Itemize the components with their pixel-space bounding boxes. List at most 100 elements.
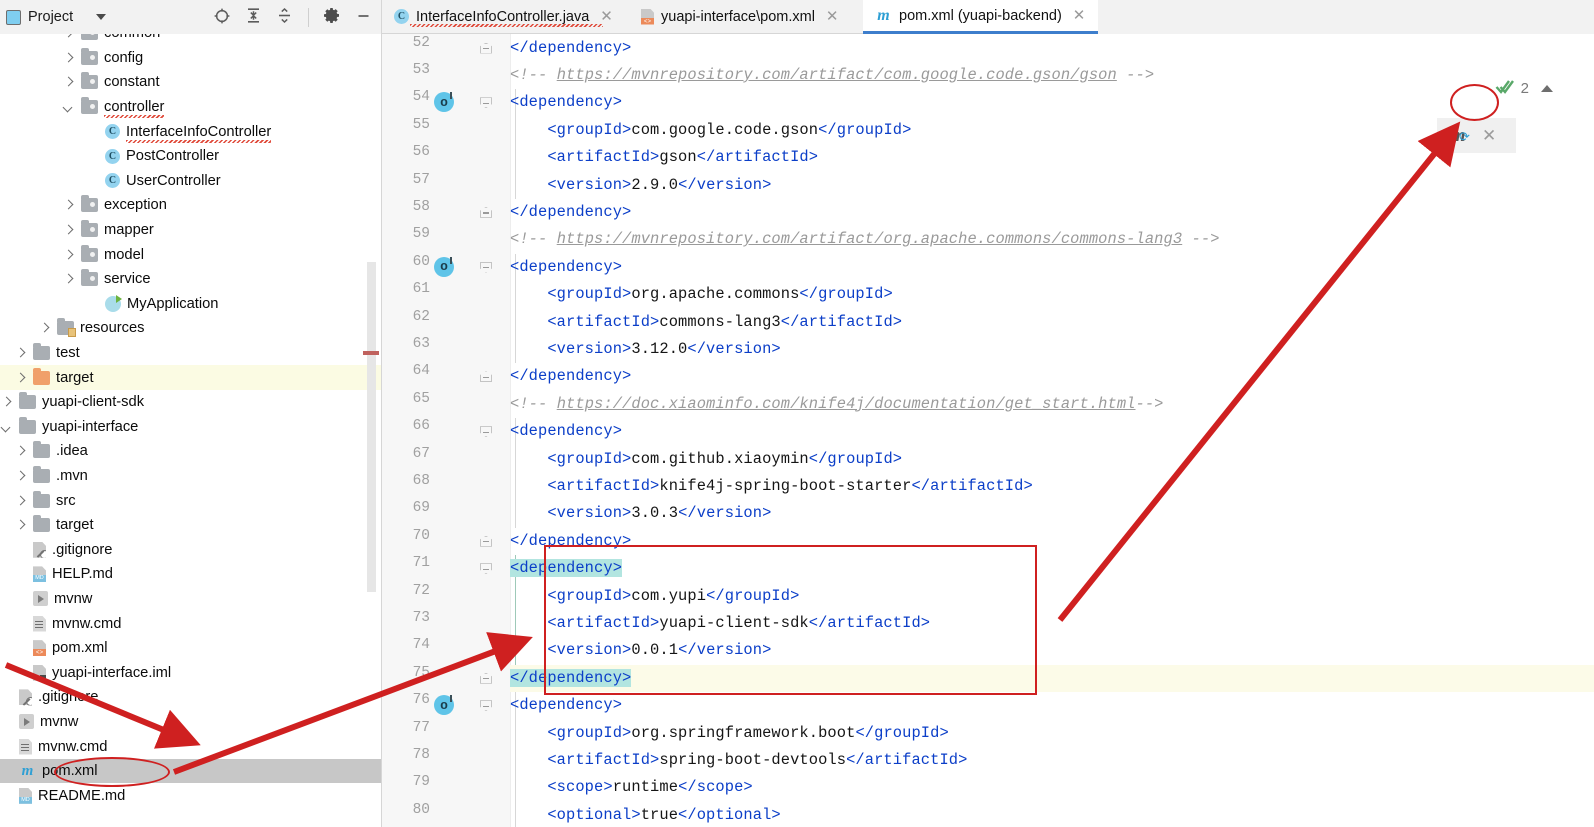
chevron-right-icon[interactable] bbox=[38, 322, 51, 335]
chevron-down-icon[interactable] bbox=[0, 420, 13, 433]
code-fold-marker-line-76[interactable] bbox=[480, 700, 492, 712]
chevron-up-icon[interactable] bbox=[1541, 84, 1553, 92]
chevron-right-icon[interactable] bbox=[14, 494, 27, 507]
tree-item-mvnw[interactable]: mvnw bbox=[0, 710, 381, 735]
chevron-right-icon[interactable] bbox=[0, 396, 13, 409]
inspection-status[interactable]: 2 bbox=[1495, 78, 1553, 98]
code-line-53[interactable]: <!-- https://mvnrepository.com/artifact/… bbox=[510, 62, 1594, 89]
tree-item--mvn[interactable]: .mvn bbox=[0, 464, 381, 489]
code-fold-marker-line-52[interactable] bbox=[480, 42, 492, 54]
dependency-update-icon-line-60[interactable] bbox=[434, 256, 454, 277]
code-editor[interactable]: 52 53 54 55 56 57 58 59 60 61 62 63 64 65 66 67 68 69 70 71… bbox=[382, 34, 1594, 827]
chevron-right-icon[interactable] bbox=[62, 76, 75, 89]
editor-tab-pom-yuapi-backend[interactable]: m pom.xml (yuapi-backend) ✕ bbox=[863, 0, 1098, 34]
code-line-75[interactable]: </dependency> bbox=[510, 665, 1594, 692]
tree-item-config[interactable]: config bbox=[0, 46, 381, 71]
tree-item--gitignore[interactable]: .gitignore bbox=[0, 537, 381, 562]
code-line-60[interactable]: <dependency> bbox=[510, 254, 1594, 281]
tree-item-test[interactable]: test bbox=[0, 341, 381, 366]
tree-item-interfaceinfocontroller[interactable]: C InterfaceInfoController bbox=[0, 119, 381, 144]
code-fold-marker-line-71[interactable] bbox=[480, 563, 492, 575]
tree-item-pom-xml[interactable]: m pom.xml bbox=[0, 758, 381, 784]
chevron-right-icon[interactable] bbox=[62, 199, 75, 212]
code-line-78[interactable]: <artifactId>spring-boot-devtools</artifa… bbox=[510, 747, 1594, 774]
code-line-63[interactable]: <version>3.12.0</version> bbox=[510, 336, 1594, 363]
code-line-71[interactable]: <dependency> bbox=[510, 555, 1594, 582]
minimize-icon[interactable] bbox=[355, 7, 372, 27]
sidebar-scrollbar[interactable] bbox=[367, 262, 376, 592]
chevron-right-icon[interactable] bbox=[62, 248, 75, 261]
editor-gutter[interactable]: 52 53 54 55 56 57 58 59 60 61 62 63 64 65 66 67 68 69 70 71… bbox=[382, 34, 511, 827]
chevron-right-icon[interactable] bbox=[62, 224, 75, 237]
code-line-77[interactable]: <groupId>org.springframework.boot</group… bbox=[510, 720, 1594, 747]
code-line-65[interactable]: <!-- https://doc.xiaominfo.com/knife4j/d… bbox=[510, 391, 1594, 418]
code-fold-marker-line-60[interactable] bbox=[480, 261, 492, 273]
tree-item-src[interactable]: src bbox=[0, 488, 381, 513]
chevron-down-icon[interactable] bbox=[96, 14, 107, 20]
code-line-67[interactable]: <groupId>com.github.xiaoymin</groupId> bbox=[510, 446, 1594, 473]
chevron-right-icon[interactable] bbox=[62, 273, 75, 286]
tree-item-model[interactable]: model bbox=[0, 242, 381, 267]
code-line-55[interactable]: <groupId>com.google.code.gson</groupId> bbox=[510, 117, 1594, 144]
tree-item-myapplication[interactable]: MyApplication bbox=[0, 292, 381, 317]
code-line-73[interactable]: <artifactId>yuapi-client-sdk</artifactId… bbox=[510, 610, 1594, 637]
tree-item--idea[interactable]: .idea bbox=[0, 439, 381, 464]
tab-close-icon[interactable]: ✕ bbox=[1073, 8, 1086, 23]
chevron-right-icon[interactable] bbox=[14, 347, 27, 360]
code-line-79[interactable]: <scope>runtime</scope> bbox=[510, 774, 1594, 801]
tree-item--gitignore[interactable]: .gitignore bbox=[0, 685, 381, 710]
tree-item-exception[interactable]: exception bbox=[0, 193, 381, 218]
tree-item-service[interactable]: service bbox=[0, 267, 381, 292]
tree-item-constant[interactable]: constant bbox=[0, 70, 381, 95]
code-line-56[interactable]: <artifactId>gson</artifactId> bbox=[510, 144, 1594, 171]
expand-all-icon[interactable] bbox=[245, 7, 262, 27]
code-fold-marker-line-75[interactable] bbox=[480, 672, 492, 684]
chevron-down-icon[interactable] bbox=[62, 101, 75, 114]
dependency-update-icon-line-76[interactable] bbox=[434, 695, 454, 716]
code-line-74[interactable]: <version>0.0.1</version> bbox=[510, 637, 1594, 664]
code-fold-marker-line-64[interactable] bbox=[480, 371, 492, 383]
code-fold-marker-line-66[interactable] bbox=[480, 426, 492, 438]
editor-tab-interfaceinfocontroller[interactable]: C InterfaceInfoController.java ✕ bbox=[382, 0, 629, 34]
tree-item-controller[interactable]: controller bbox=[0, 95, 381, 120]
chevron-right-icon[interactable] bbox=[14, 519, 27, 532]
chevron-right-icon[interactable] bbox=[14, 469, 27, 482]
tree-item-yuapi-interface-iml[interactable]: yuapi-interface.iml bbox=[0, 660, 381, 685]
tab-close-icon[interactable]: ✕ bbox=[826, 9, 839, 24]
tree-item-mapper[interactable]: mapper bbox=[0, 218, 381, 243]
tree-item-readme-md[interactable]: README.md bbox=[0, 783, 381, 808]
code-fold-marker-line-54[interactable] bbox=[480, 97, 492, 109]
code-line-80[interactable]: <optional>true</optional> bbox=[510, 802, 1594, 827]
code-fold-marker-line-58[interactable] bbox=[480, 206, 492, 218]
tab-close-icon[interactable]: ✕ bbox=[600, 9, 613, 24]
tree-item-resources[interactable]: resources bbox=[0, 316, 381, 341]
tree-item-target[interactable]: target bbox=[0, 365, 381, 390]
tree-item-pom-xml[interactable]: pom.xml bbox=[0, 636, 381, 661]
code-line-69[interactable]: <version>3.0.3</version> bbox=[510, 500, 1594, 527]
code-line-68[interactable]: <artifactId>knife4j-spring-boot-starter<… bbox=[510, 473, 1594, 500]
code-line-57[interactable]: <version>2.9.0</version> bbox=[510, 172, 1594, 199]
settings-gear-icon[interactable] bbox=[324, 7, 341, 27]
tree-item-mvnw[interactable]: mvnw bbox=[0, 587, 381, 612]
code-line-64[interactable]: </dependency> bbox=[510, 363, 1594, 390]
code-line-72[interactable]: <groupId>com.yupi</groupId> bbox=[510, 583, 1594, 610]
maven-button-close-icon[interactable]: ✕ bbox=[1482, 126, 1496, 146]
chevron-right-icon[interactable] bbox=[14, 371, 27, 384]
tree-item-common[interactable]: common bbox=[0, 34, 381, 46]
code-fold-marker-line-70[interactable] bbox=[480, 535, 492, 547]
tree-item-mvnw-cmd[interactable]: mvnw.cmd bbox=[0, 611, 381, 636]
code-line-66[interactable]: <dependency> bbox=[510, 418, 1594, 445]
tree-item-postcontroller[interactable]: C PostController bbox=[0, 144, 381, 169]
chevron-right-icon[interactable] bbox=[14, 445, 27, 458]
tree-item-target[interactable]: target bbox=[0, 513, 381, 538]
locate-icon[interactable] bbox=[213, 7, 231, 28]
code-line-70[interactable]: </dependency> bbox=[510, 528, 1594, 555]
tree-item-yuapi-client-sdk[interactable]: yuapi-client-sdk bbox=[0, 390, 381, 415]
chevron-right-icon[interactable] bbox=[62, 51, 75, 64]
code-line-76[interactable]: <dependency> bbox=[510, 692, 1594, 719]
code-line-61[interactable]: <groupId>org.apache.commons</groupId> bbox=[510, 281, 1594, 308]
tree-item-yuapi-interface[interactable]: yuapi-interface bbox=[0, 415, 381, 440]
editor-tab-yuapi-interface-pom[interactable]: yuapi-interface\pom.xml ✕ bbox=[629, 0, 863, 34]
tree-item-usercontroller[interactable]: C UserController bbox=[0, 169, 381, 194]
code-line-59[interactable]: <!-- https://mvnrepository.com/artifact/… bbox=[510, 226, 1594, 253]
